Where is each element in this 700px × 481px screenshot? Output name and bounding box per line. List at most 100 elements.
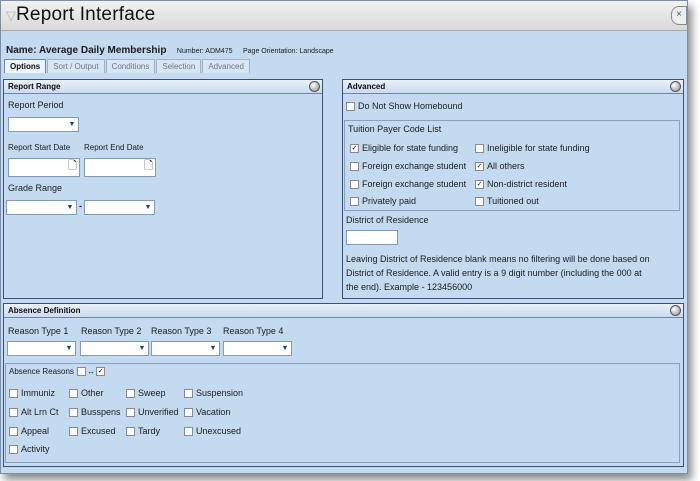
toggle-icon[interactable]: ↔	[87, 367, 95, 376]
tuition-checkbox[interactable]	[350, 197, 359, 207]
reason-item[interactable]: Suspension	[184, 388, 244, 399]
reason-type-4-select[interactable]: ▼	[223, 341, 292, 356]
tab-selection[interactable]: Selection	[156, 59, 202, 73]
reason-checkbox[interactable]	[126, 427, 135, 437]
reason-item[interactable]: Unexcused	[184, 426, 242, 437]
grade-range-label: Grade Range	[8, 183, 63, 193]
absence-definition-panel: Absence Definition Reason Type 1 Reason …	[3, 303, 684, 467]
report-period-select[interactable]: ▼	[8, 117, 79, 132]
reason-item[interactable]: Vacation	[184, 407, 230, 418]
grade-range-separator: -	[79, 201, 82, 211]
calendar-icon[interactable]: 🗋	[68, 161, 77, 172]
tuition-legend: Tuition Payer Code List	[348, 124, 442, 134]
reason-label: Suspension	[196, 388, 244, 398]
reason-item[interactable]: Other	[69, 388, 104, 399]
tuition-item[interactable]: Foreign exchange student	[350, 161, 466, 172]
reason-checkbox[interactable]	[69, 408, 78, 418]
reason-label: Busspens	[81, 407, 121, 417]
reason-item[interactable]: Appeal	[9, 426, 50, 437]
reason-label: Alt Lrn Ct	[21, 407, 59, 417]
homebound-checkbox[interactable]	[346, 102, 355, 112]
homebound-checkbox-row[interactable]: Do Not Show Homebound	[346, 101, 463, 112]
tuition-item[interactable]: Privately paid	[350, 196, 416, 207]
tuition-checkbox[interactable]: ✓	[475, 180, 484, 190]
tuition-checkbox[interactable]	[350, 162, 359, 172]
tab-conditions[interactable]: Conditions	[105, 59, 156, 73]
reason-type-2-select[interactable]: ▼	[80, 341, 149, 356]
reason-type-1-label: Reason Type 1	[8, 326, 69, 336]
reason-item[interactable]: Sweep	[126, 388, 166, 399]
advanced-header: Advanced	[343, 80, 683, 94]
absence-definition-header: Absence Definition	[4, 304, 683, 318]
reason-type-1-select[interactable]: ▼	[7, 341, 76, 356]
tab-sort-output[interactable]: Sort / Output	[47, 59, 105, 73]
reason-checkbox[interactable]	[9, 445, 18, 455]
report-name: Name: Average Daily Membership	[6, 45, 167, 56]
absence-reasons-legend-text: Absence Reasons	[9, 367, 74, 376]
close-icon[interactable]: ×	[671, 6, 687, 25]
reason-item[interactable]: Excused	[69, 426, 116, 437]
tuition-item[interactable]: ✓ All others	[475, 161, 525, 172]
select-all-icon[interactable]: ✓	[96, 367, 106, 377]
reason-type-2-label: Reason Type 2	[81, 326, 142, 336]
tuition-checkbox[interactable]	[350, 180, 359, 190]
tuition-item[interactable]: Foreign exchange student	[350, 179, 466, 190]
district-of-residence-input[interactable]	[346, 230, 398, 245]
collapse-icon[interactable]	[670, 81, 681, 92]
tuition-checkbox[interactable]: ✓	[475, 162, 484, 172]
chevron-down-icon: ▼	[209, 345, 217, 352]
tuition-item[interactable]: ✓ Non-district resident	[475, 179, 568, 190]
reason-checkbox[interactable]	[9, 408, 18, 418]
reason-checkbox[interactable]	[69, 427, 78, 437]
reason-checkbox[interactable]	[9, 427, 18, 437]
note-line: Leaving District of Residence blank mean…	[346, 254, 650, 264]
reason-item[interactable]: Alt Lrn Ct	[9, 407, 59, 418]
reason-checkbox[interactable]	[126, 408, 135, 418]
reason-type-3-label: Reason Type 3	[151, 326, 212, 336]
reason-checkbox[interactable]	[69, 389, 78, 399]
tuition-item[interactable]: Tuitioned out	[475, 196, 539, 207]
reason-item[interactable]: Immuniz	[9, 388, 56, 399]
report-start-date-label: Report Start Date	[8, 143, 71, 152]
collapse-icon[interactable]	[670, 305, 681, 316]
tuition-item[interactable]: Ineligible for state funding	[475, 143, 590, 154]
tab-advanced[interactable]: Advanced	[202, 59, 250, 73]
reason-item[interactable]: Tardy	[126, 426, 160, 437]
reason-label: Excused	[81, 426, 116, 436]
tuition-item-label: Non-district resident	[487, 179, 568, 189]
grade-range-start-select[interactable]: ▼	[6, 200, 77, 215]
reason-type-3-select[interactable]: ▼	[151, 341, 220, 356]
advanced-panel: Advanced Do Not Show Homebound Tuition P…	[342, 79, 684, 299]
chevron-down-icon: ▼	[68, 121, 76, 128]
reason-item[interactable]: Unverified	[126, 407, 179, 418]
select-none-icon[interactable]	[77, 367, 87, 377]
tuition-item[interactable]: ✓ Eligible for state funding	[350, 143, 458, 154]
collapse-icon[interactable]	[309, 81, 320, 92]
chevron-down-icon: ▼	[281, 345, 289, 352]
report-end-date-label: Report End Date	[84, 143, 144, 152]
grade-range-end-select[interactable]: ▼	[84, 200, 155, 215]
report-end-date-input[interactable]: 🗋	[84, 158, 156, 177]
reason-checkbox[interactable]	[184, 427, 193, 437]
window-title: Report Interface	[16, 4, 156, 25]
report-range-panel: Report Range Report Period ▼ Report Star…	[3, 79, 323, 299]
report-window: ▽ Report Interface × Name: Average Daily…	[0, 0, 688, 474]
reason-label: Unexcused	[196, 426, 242, 436]
reason-checkbox[interactable]	[184, 389, 193, 399]
report-number: Number: ADM475	[176, 48, 233, 55]
reason-label: Appeal	[21, 426, 50, 436]
tab-options[interactable]: Options	[4, 59, 47, 73]
report-period-label: Report Period	[8, 100, 64, 110]
tuition-checkbox[interactable]	[475, 144, 484, 154]
reason-label: Immuniz	[21, 388, 56, 398]
calendar-icon[interactable]: 🗋	[144, 161, 153, 172]
reason-item[interactable]: Activity	[9, 444, 50, 455]
reason-checkbox[interactable]	[126, 389, 135, 399]
report-start-date-input[interactable]: 🗋	[8, 158, 80, 177]
tuition-checkbox[interactable]: ✓	[350, 144, 359, 154]
reason-item[interactable]: Busspens	[69, 407, 121, 418]
tuition-checkbox[interactable]	[475, 197, 484, 207]
reason-checkbox[interactable]	[184, 408, 193, 418]
note-line: the end). Example - 123456000	[346, 282, 473, 292]
reason-checkbox[interactable]	[9, 389, 18, 399]
